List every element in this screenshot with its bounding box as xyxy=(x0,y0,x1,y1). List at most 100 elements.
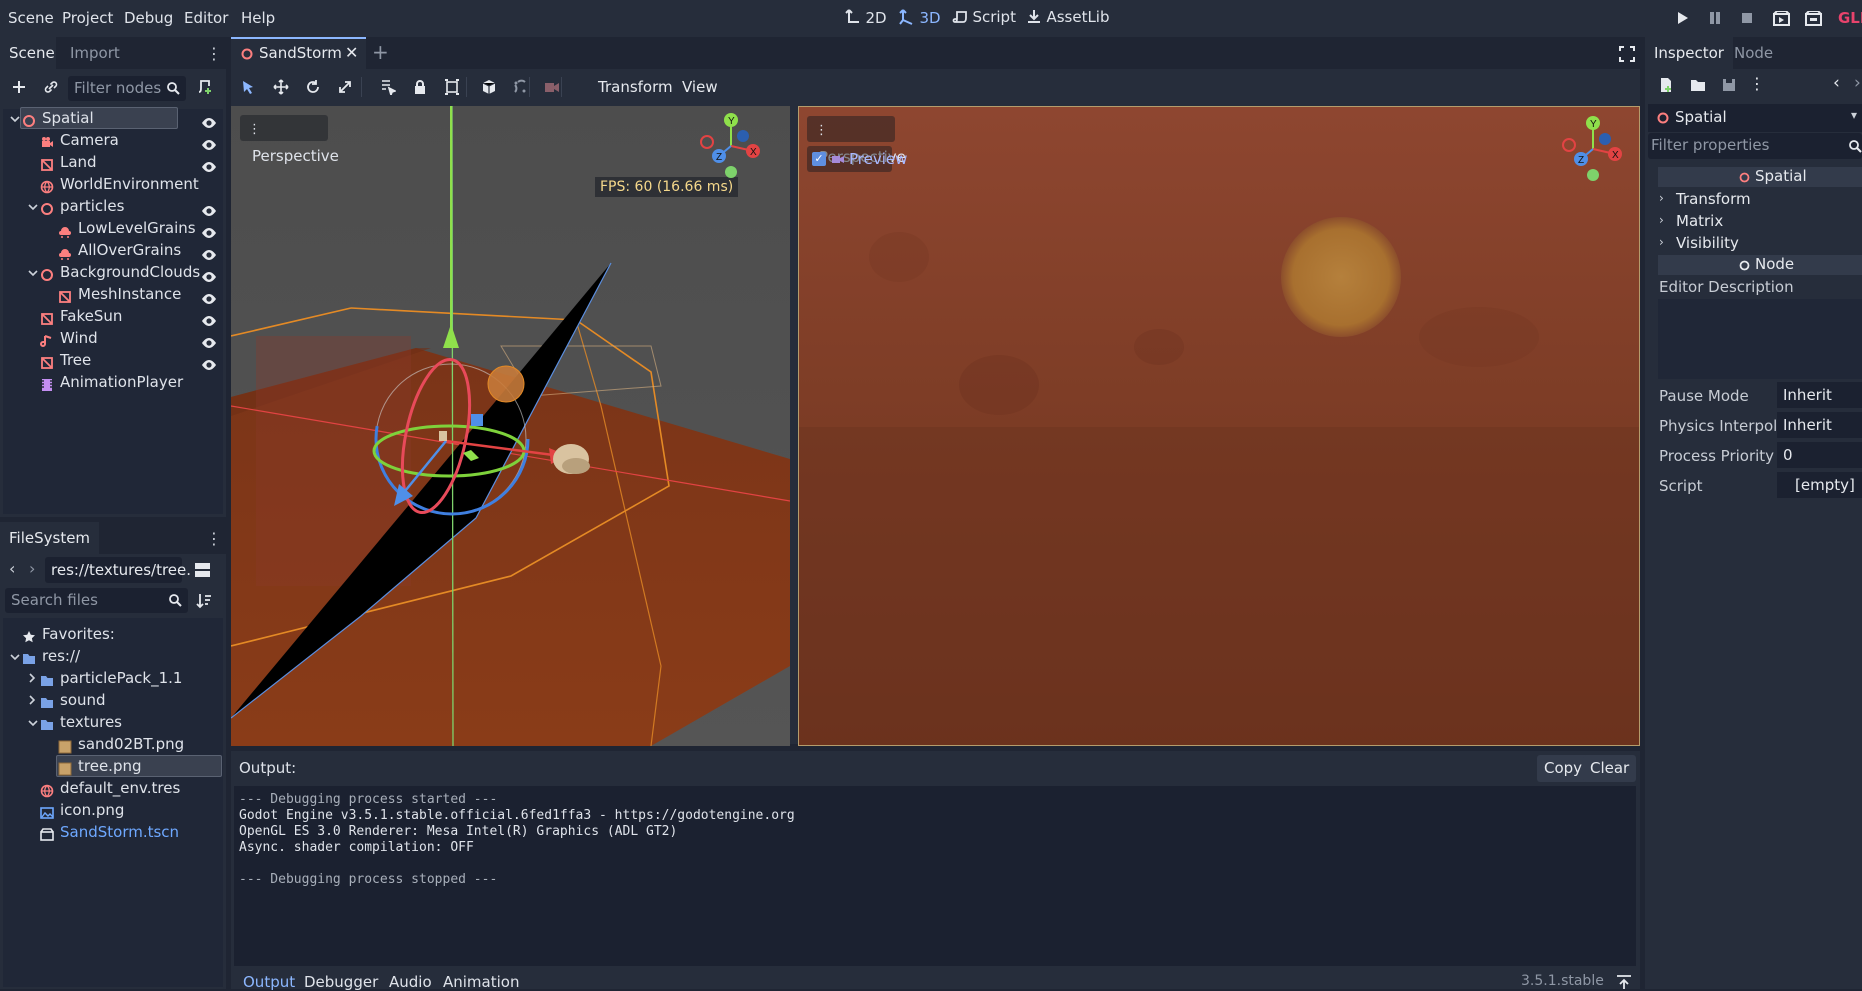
distraction-free-icon[interactable] xyxy=(1619,46,1635,62)
rotate-tool-icon[interactable] xyxy=(305,79,321,95)
workspace-2d-label: 2D xyxy=(865,9,887,27)
menu-editor[interactable]: Editor xyxy=(184,9,228,27)
bottom-tab-audio[interactable]: Audio xyxy=(389,973,432,991)
add-node-icon[interactable] xyxy=(11,79,27,95)
forward-icon[interactable]: › xyxy=(29,559,35,578)
copy-button[interactable]: Copy xyxy=(1537,755,1590,782)
property-value[interactable]: 0 xyxy=(1777,442,1862,468)
toolbar-separator xyxy=(466,77,467,97)
menu-scene[interactable]: Scene xyxy=(8,9,54,27)
property-label: Physics Interpol xyxy=(1659,417,1778,435)
editor-description-field[interactable] xyxy=(1658,299,1862,379)
filesystem-panel: ‹ › res://textures/tree. Search files Fa… xyxy=(0,554,226,989)
filter-nodes-input[interactable]: Filter nodes xyxy=(68,76,186,101)
stop-icon[interactable] xyxy=(1740,11,1754,25)
output-lines: --- Debugging process started --- Godot E… xyxy=(239,792,1631,888)
preview-toggle[interactable]: ✓ Preview xyxy=(807,146,907,172)
workspace-3d-label: 3D xyxy=(919,9,941,27)
history-back-icon[interactable]: ‹ xyxy=(1833,73,1840,93)
dock-menu-icon[interactable]: ⋮ xyxy=(206,44,222,63)
snap-icon[interactable] xyxy=(512,79,528,95)
preview-render xyxy=(799,107,1639,745)
more-options-icon[interactable]: ⋮ xyxy=(1749,74,1765,93)
filesystem-menu-icon[interactable]: ⋮ xyxy=(206,529,222,548)
tab-scene[interactable]: Scene xyxy=(0,37,56,69)
inspector-panel: ⋮ ‹ › Spatial ▾ Filter properties Spatia… xyxy=(1645,69,1862,989)
property-group-matrix[interactable]: › Matrix xyxy=(1659,212,1859,234)
list-select-icon[interactable] xyxy=(380,79,396,95)
perspective-menu-left[interactable]: ⋮ Perspective xyxy=(240,115,339,165)
select-tool-icon[interactable] xyxy=(240,79,256,95)
transform-menu[interactable]: Transform xyxy=(598,78,673,96)
file-tree-item[interactable]: SandStorm.tscn xyxy=(4,820,222,845)
scale-tool-icon[interactable] xyxy=(337,79,353,95)
play-icon[interactable] xyxy=(1675,11,1689,25)
scene-tab-sandstorm[interactable]: SandStorm ✕ xyxy=(231,37,366,69)
perspective-menu-right[interactable]: ⋮ Perspective xyxy=(807,116,906,166)
viewport-right[interactable]: ⋮ Perspective ✓ Preview Y X Z xyxy=(798,106,1640,746)
workspace-2d-button[interactable]: 2D xyxy=(845,8,887,30)
tab-node[interactable]: Node xyxy=(1725,37,1782,69)
workspace-assetlib-button[interactable]: AssetLib xyxy=(1026,8,1110,30)
history-forward-icon[interactable]: › xyxy=(1854,73,1861,93)
pause-icon[interactable] xyxy=(1708,11,1722,25)
local-space-icon[interactable] xyxy=(481,79,497,95)
path-value: res://textures/tree. xyxy=(51,561,192,579)
menu-project[interactable]: Project xyxy=(62,9,113,27)
property-group-label: Matrix xyxy=(1676,212,1724,230)
tab-import[interactable]: Import xyxy=(61,37,129,69)
filter-properties-input[interactable]: Filter properties xyxy=(1648,133,1862,159)
save-icon[interactable] xyxy=(1722,78,1736,92)
tab-filesystem[interactable]: FileSystem xyxy=(0,522,100,554)
sort-icon[interactable] xyxy=(196,592,212,610)
property-value[interactable]: [empty] xyxy=(1777,472,1862,498)
preview-label: Preview xyxy=(849,150,908,168)
toolbar-separator xyxy=(529,77,530,97)
attach-script-icon[interactable] xyxy=(196,78,214,96)
path-field[interactable]: res://textures/tree. xyxy=(45,557,191,583)
clear-button[interactable]: Clear xyxy=(1583,755,1637,782)
scene-tree-node[interactable]: AnimationPlayer xyxy=(4,370,222,395)
property-group-transform[interactable]: › Transform xyxy=(1659,190,1859,212)
bottom-tab-output[interactable]: Output xyxy=(243,973,295,991)
view-gizmo-right[interactable]: Y X Z xyxy=(1559,115,1627,183)
lock-icon[interactable] xyxy=(412,79,428,95)
property-value[interactable]: Inherit xyxy=(1777,382,1862,408)
play-custom-scene-icon[interactable] xyxy=(1805,11,1822,26)
new-scene-tab-icon[interactable]: + xyxy=(372,40,389,64)
output-log[interactable]: --- Debugging process started --- Godot E… xyxy=(234,786,1636,966)
view-gizmo-left[interactable]: Y X Z xyxy=(697,112,765,180)
move-tool-icon[interactable] xyxy=(273,79,289,95)
split-mode-icon[interactable] xyxy=(194,562,211,578)
bottom-tab-debugger[interactable]: Debugger xyxy=(304,973,378,991)
menu-debug[interactable]: Debug xyxy=(124,9,173,27)
viewport-left[interactable]: ⋮ Perspective FPS: 60 (16.66 ms) Y X Z xyxy=(231,106,790,746)
preview-checkbox[interactable]: ✓ xyxy=(812,152,826,166)
back-icon[interactable]: ‹ xyxy=(9,559,15,578)
group-icon[interactable] xyxy=(444,79,460,95)
output-line: --- Debugging process stopped --- xyxy=(239,872,498,887)
new-resource-icon[interactable] xyxy=(1659,77,1673,93)
output-line: Godot Engine v3.5.1.stable.official.6fed… xyxy=(239,808,795,823)
search-files-input[interactable]: Search files xyxy=(5,588,188,613)
close-icon[interactable]: ✕ xyxy=(345,43,358,62)
open-folder-icon[interactable] xyxy=(1690,78,1706,92)
play-scene-icon[interactable] xyxy=(1773,11,1790,26)
menu-dots-icon: ⋮ xyxy=(815,123,828,138)
workspace-script-button[interactable]: Script xyxy=(952,8,1016,30)
expand-panel-icon[interactable] xyxy=(1616,975,1632,989)
bottom-tab-animation[interactable]: Animation xyxy=(443,973,519,991)
node-icon xyxy=(1739,260,1750,271)
property-group-visibility[interactable]: › Visibility xyxy=(1659,234,1859,256)
scene-file-icon xyxy=(40,825,54,850)
tab-inspector[interactable]: Inspector xyxy=(1645,37,1733,69)
view-menu[interactable]: View xyxy=(682,78,718,96)
object-selector[interactable]: Spatial ▾ xyxy=(1648,104,1862,132)
scene-tree-panel: Filter nodes Spatial Camera Land WorldEnvir… xyxy=(0,69,226,517)
menu-help[interactable]: Help xyxy=(241,9,275,27)
preview-camera-icon[interactable] xyxy=(543,79,561,95)
instance-scene-icon[interactable] xyxy=(43,79,59,95)
property-value[interactable]: Inherit xyxy=(1777,412,1862,438)
workspace-3d-button[interactable]: 3D xyxy=(899,8,941,30)
renderer-label[interactable]: GLE xyxy=(1838,9,1862,27)
